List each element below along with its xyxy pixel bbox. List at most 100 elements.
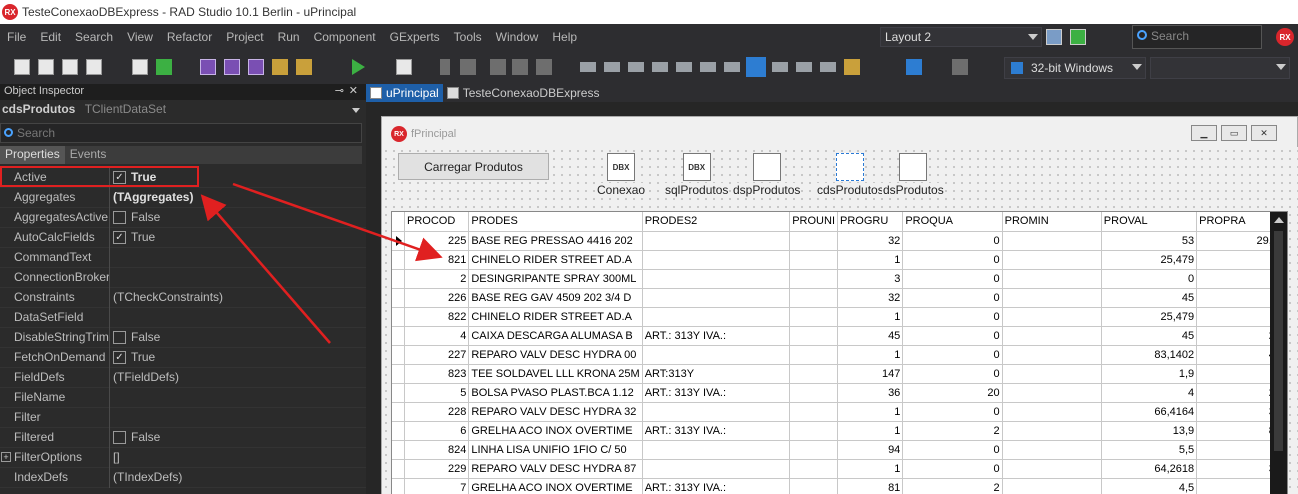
object-selector[interactable]: cdsProdutos TClientDataSet <box>0 100 366 120</box>
table-cell[interactable]: GRELHA ACO INOX OVERTIME <box>468 478 643 494</box>
table-cell[interactable]: 2 <box>902 478 1003 494</box>
table-row[interactable]: 6 GRELHA ACO INOX OVERTIME ART.: 313Y IVA.… <box>392 421 1287 441</box>
table-cell[interactable]: 1,9 <box>1101 364 1198 384</box>
property-row-filename[interactable]: FileName <box>0 388 366 408</box>
table-cell[interactable]: 45 <box>1101 288 1198 308</box>
new-unit-icon[interactable] <box>62 59 78 75</box>
table-cell[interactable]: 229 <box>404 459 470 479</box>
property-row-filtered[interactable]: Filtered False <box>0 428 366 448</box>
tab-testeconexaodbexpress[interactable]: TesteConexaoDBExpress <box>443 84 604 102</box>
table-cell[interactable]: 32 <box>837 231 904 251</box>
table-cell[interactable]: ART.: 313Y IVA.: <box>642 326 791 346</box>
property-row-aggregates[interactable]: Aggregates (TAggregates) <box>0 188 366 208</box>
table-cell[interactable] <box>789 402 838 422</box>
table-cell[interactable] <box>789 326 838 346</box>
ide-search-input[interactable]: Search <box>1132 25 1262 49</box>
table-cell[interactable]: 2 <box>404 269 470 289</box>
table-cell[interactable] <box>642 345 791 365</box>
table-cell[interactable]: 1 <box>837 307 904 327</box>
close-icon[interactable]: ✕ <box>349 84 358 97</box>
component-dspprodutos[interactable]: dspProdutos <box>732 153 802 197</box>
menu-item-project[interactable]: Project <box>219 30 270 44</box>
table-cell[interactable]: REPARO VALV DESC HYDRA 32 <box>468 402 643 422</box>
run-to-cursor-icon[interactable] <box>536 59 552 75</box>
table-cell[interactable]: 2 <box>902 421 1003 441</box>
table-cell[interactable] <box>789 269 838 289</box>
table-cell[interactable]: TEE SOLDAVEL LLL KRONA 25M <box>468 364 643 384</box>
property-search-input[interactable]: Search <box>0 123 362 143</box>
align-middle-icon[interactable] <box>676 62 692 72</box>
lock-controls-icon[interactable] <box>844 59 860 75</box>
table-cell[interactable] <box>1002 478 1102 494</box>
table-cell[interactable]: 25,479 <box>1101 307 1198 327</box>
align-center-icon[interactable] <box>604 62 620 72</box>
menu-item-component[interactable]: Component <box>307 30 383 44</box>
table-cell[interactable] <box>1002 269 1102 289</box>
table-row[interactable]: 229REPARO VALV DESC HYDRA 871064,261837, <box>392 459 1287 479</box>
table-cell[interactable]: 1 <box>837 250 904 270</box>
close-icon[interactable]: ✕ <box>1251 125 1277 141</box>
table-cell[interactable]: 45 <box>1101 326 1198 346</box>
property-row-aggregatesactive[interactable]: AggregatesActive False <box>0 208 366 228</box>
rx-help-icon[interactable]: RX <box>1276 28 1294 46</box>
column-header-prodes2[interactable]: PRODES2 <box>642 212 791 232</box>
table-cell[interactable]: DESINGRIPANTE SPRAY 300ML <box>468 269 643 289</box>
table-cell[interactable]: 1 <box>837 421 904 441</box>
table-cell[interactable]: CAIXA DESCARGA ALUMASA B <box>468 326 643 346</box>
column-header-prouni[interactable]: PROUNI <box>789 212 838 232</box>
table-cell[interactable]: BASE REG GAV 4509 202 3/4 D <box>468 288 643 308</box>
table-row[interactable]: 7 GRELHA ACO INOX OVERTIME ART.: 313Y IVA.… <box>392 478 1287 494</box>
table-row[interactable]: 228REPARO VALV DESC HYDRA 321066,416438, <box>392 402 1287 422</box>
align-to-grid-icon[interactable] <box>724 62 740 72</box>
menu-item-search[interactable]: Search <box>68 30 120 44</box>
table-cell[interactable]: 13,9 <box>1101 421 1198 441</box>
open-icon[interactable] <box>156 59 172 75</box>
platform-combo[interactable]: 32-bit Windows <box>1004 57 1146 79</box>
table-cell[interactable]: 0 <box>902 459 1003 479</box>
table-cell[interactable]: 81 <box>837 478 904 494</box>
table-row[interactable]: 226BASE REG GAV 4509 202 3/4 D3204525 <box>392 288 1287 308</box>
close-project-icon[interactable] <box>296 59 312 75</box>
table-cell[interactable] <box>1002 459 1102 479</box>
table-cell[interactable] <box>1002 288 1102 308</box>
checkbox-checked-icon[interactable]: ✓ <box>113 170 126 184</box>
tab-uprincipal[interactable]: uPrincipal <box>366 84 443 102</box>
save-icon[interactable] <box>200 59 216 75</box>
table-cell[interactable]: 822 <box>404 307 470 327</box>
column-header-proqua[interactable]: PROQUA <box>902 212 1003 232</box>
menu-item-edit[interactable]: Edit <box>33 30 68 44</box>
table-cell[interactable]: 226 <box>404 288 470 308</box>
table-row[interactable]: 821CHINELO RIDER STREET AD.A1025,47914 <box>392 250 1287 270</box>
table-cell[interactable]: 227 <box>404 345 470 365</box>
table-cell[interactable]: 4 <box>1101 383 1198 403</box>
bring-to-front-icon[interactable] <box>746 57 766 77</box>
property-value[interactable]: ✓ True <box>113 350 155 364</box>
table-row[interactable]: 4 CAIXA DESCARGA ALUMASA B ART.: 313Y IVA.… <box>392 326 1287 346</box>
send-to-back-icon[interactable] <box>772 62 788 72</box>
property-row-fetchondemand[interactable]: FetchOnDemand ✓ True <box>0 348 366 368</box>
step-over-icon[interactable] <box>490 59 506 75</box>
run-icon[interactable] <box>352 59 365 75</box>
table-cell[interactable]: BASE REG PRESSAO 4416 202 <box>468 231 643 251</box>
pin-icon[interactable]: ⊸ <box>335 84 344 97</box>
table-cell[interactable] <box>789 459 838 479</box>
table-cell[interactable]: LINHA LISA UNIFIO 1FIO C/ 50 <box>468 440 643 460</box>
table-cell[interactable] <box>1002 364 1102 384</box>
property-value[interactable]: False <box>113 430 160 444</box>
table-cell[interactable]: 5 <box>404 383 470 403</box>
table-cell[interactable]: 6 <box>404 421 470 441</box>
table-cell[interactable]: 4 <box>404 326 470 346</box>
table-cell[interactable] <box>642 288 791 308</box>
table-cell[interactable]: 20 <box>902 383 1003 403</box>
property-value[interactable]: [] <box>113 450 120 464</box>
property-row-constraints[interactable]: Constraints (TCheckConstraints) <box>0 288 366 308</box>
maximize-icon[interactable]: ▭ <box>1221 125 1247 141</box>
table-cell[interactable]: ART:313Y <box>642 364 791 384</box>
tab-events[interactable]: Events <box>65 146 112 164</box>
table-cell[interactable] <box>642 402 791 422</box>
column-header-procod[interactable]: PROCOD <box>404 212 470 232</box>
table-cell[interactable]: 0 <box>902 250 1003 270</box>
align-right-icon[interactable] <box>628 62 644 72</box>
scroll-up-icon[interactable] <box>1273 217 1284 223</box>
table-cell[interactable]: 1 <box>837 459 904 479</box>
